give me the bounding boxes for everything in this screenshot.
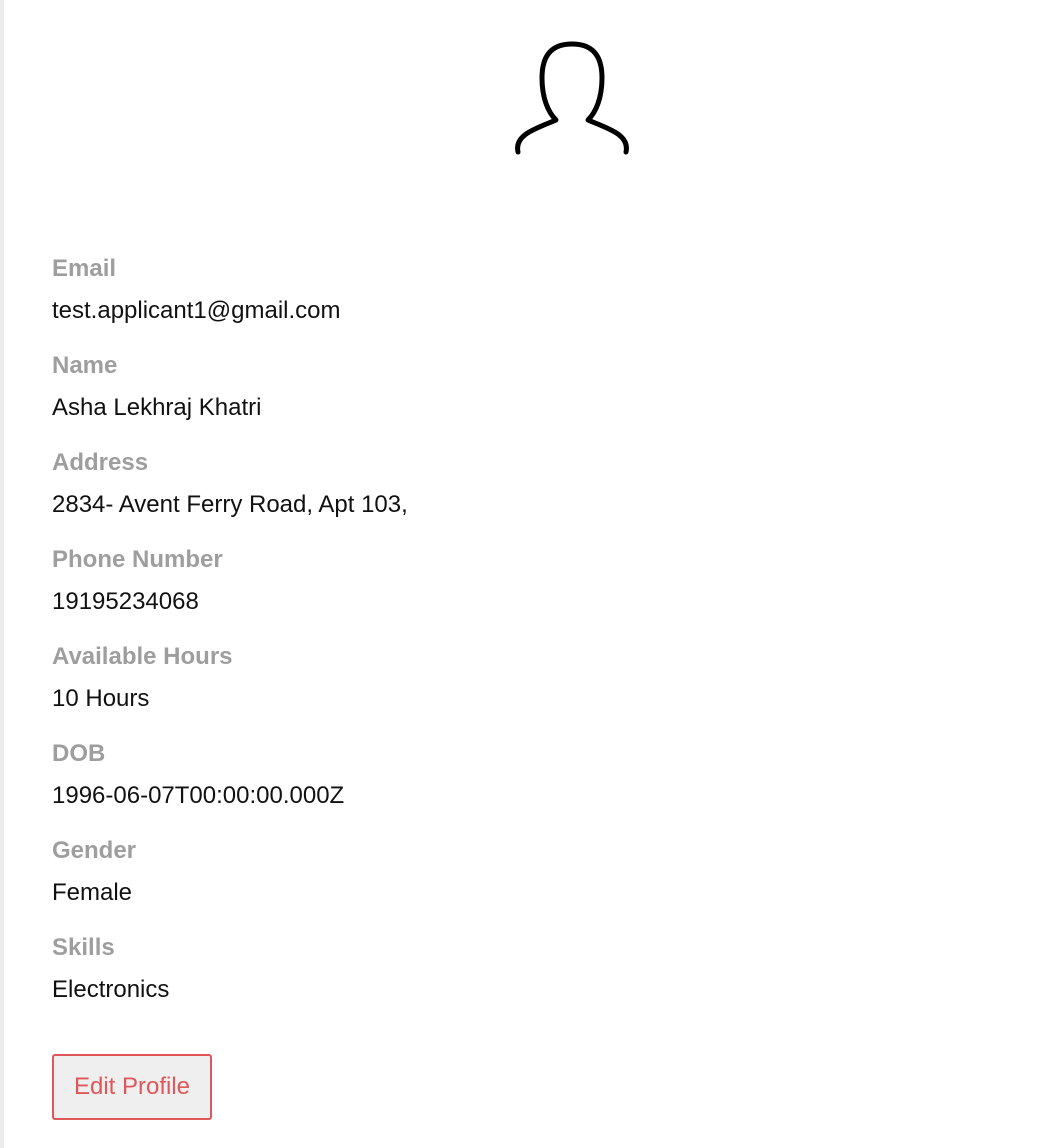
field-phone-number: Phone Number 19195234068 xyxy=(52,545,952,642)
field-label: Skills xyxy=(52,934,115,961)
field-value: test.applicant1@gmail.com xyxy=(52,297,341,324)
field-value: 1996-06-07T00:00:00.000Z xyxy=(52,782,345,809)
field-label: Available Hours xyxy=(52,643,233,670)
field-value: 19195234068 xyxy=(52,588,199,615)
sidebar-edge xyxy=(0,0,4,1148)
field-value: 10 Hours xyxy=(52,685,150,712)
field-value: Female xyxy=(52,879,133,906)
field-email: Email test.applicant1@gmail.com xyxy=(52,254,952,351)
profile-fields: Email test.applicant1@gmail.com Name Ash… xyxy=(52,254,952,1030)
field-label: Name xyxy=(52,352,118,379)
field-gender: Gender Female xyxy=(52,836,952,933)
user-outline-icon xyxy=(515,41,629,155)
field-name: Name Asha Lekhraj Khatri xyxy=(52,351,952,448)
field-skills: Skills Electronics xyxy=(52,933,952,1030)
field-value: Electronics xyxy=(52,976,170,1003)
field-value: 2834- Avent Ferry Road, Apt 103, xyxy=(52,491,408,518)
field-available-hours: Available Hours 10 Hours xyxy=(52,642,952,739)
field-label: Phone Number xyxy=(52,546,223,573)
field-value: Asha Lekhraj Khatri xyxy=(52,394,262,421)
field-dob: DOB 1996-06-07T00:00:00.000Z xyxy=(52,739,952,836)
avatar xyxy=(510,40,634,164)
field-address: Address 2834- Avent Ferry Road, Apt 103, xyxy=(52,448,952,545)
edit-profile-button[interactable]: Edit Profile xyxy=(52,1054,212,1120)
field-label: DOB xyxy=(52,740,106,767)
field-label: Email xyxy=(52,255,117,282)
field-label: Address xyxy=(52,449,149,476)
field-label: Gender xyxy=(52,837,137,864)
